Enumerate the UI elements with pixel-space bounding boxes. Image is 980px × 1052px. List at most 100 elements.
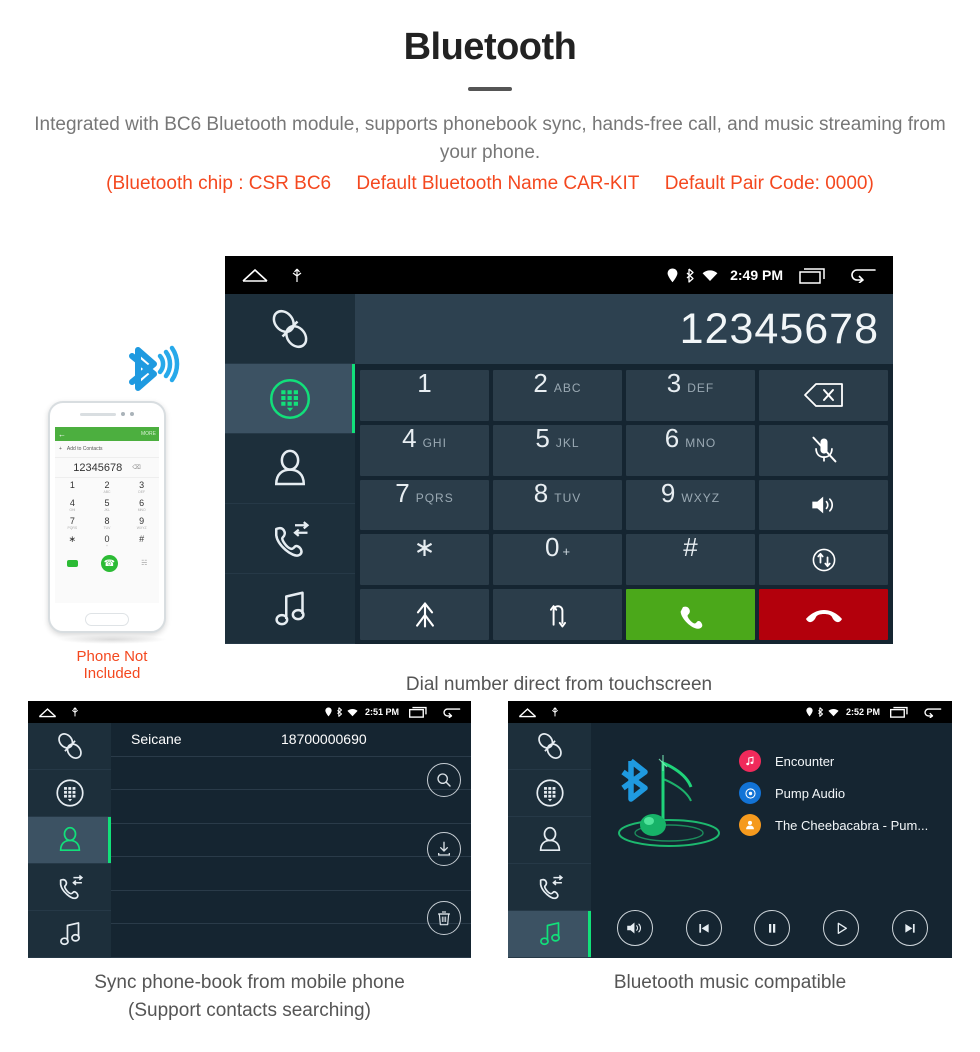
key-1[interactable]: 1: [360, 370, 489, 421]
contact-row[interactable]: Seicane 18700000690: [111, 723, 471, 757]
back-arrow-icon[interactable]: [442, 707, 461, 718]
status-time: 2:52 PM: [845, 707, 880, 717]
sidebar-item-dialpad[interactable]: [225, 364, 355, 434]
phonebook-caption-line2: (Support contacts searching): [128, 1000, 371, 1021]
contact-row[interactable]: [111, 757, 471, 791]
sidebar-item-dialpad[interactable]: [508, 770, 591, 817]
call-transfer-icon: [265, 514, 315, 564]
phone-key-letters: WXYZ: [136, 525, 147, 530]
download-contacts-button[interactable]: [427, 831, 461, 866]
sidebar-item-music[interactable]: [225, 574, 355, 644]
contact-row[interactable]: [111, 924, 471, 958]
phone-key-digit: ∗: [68, 533, 77, 544]
link-icon: [533, 729, 567, 763]
key-merge-call[interactable]: [360, 589, 489, 640]
call-end-icon: [802, 593, 846, 637]
volume-button[interactable]: [617, 910, 654, 946]
phone-key-digit: 6: [139, 497, 145, 508]
key-2[interactable]: 2 ABC: [493, 370, 622, 421]
contact-number: 18700000690: [281, 731, 367, 748]
contact-row[interactable]: [111, 891, 471, 925]
call-answer-icon: [675, 599, 707, 631]
back-arrow-icon[interactable]: [923, 707, 942, 718]
phone-key-letters: [72, 544, 73, 548]
phone-key: 8 TUV: [90, 514, 125, 532]
sidebar-item-call-history[interactable]: [28, 864, 111, 911]
previous-button[interactable]: [685, 910, 722, 946]
sidebar-item-contacts[interactable]: [28, 817, 111, 864]
pause-button[interactable]: [754, 910, 791, 946]
add-contact-label: Add to Contacts: [66, 446, 103, 452]
key-speaker[interactable]: [759, 479, 888, 531]
next-button[interactable]: [891, 910, 928, 946]
key-6[interactable]: 6 MNO: [626, 424, 755, 476]
key-digit: 0: [544, 532, 560, 563]
key-9[interactable]: 9 WXYZ: [626, 477, 755, 531]
key-letters: ABC: [553, 381, 582, 395]
phone-key: 0 +: [90, 532, 125, 550]
phone-action-row: ☎ ☵: [55, 550, 159, 576]
key-star[interactable]: ∗: [360, 534, 489, 586]
key-digit: 9: [660, 477, 676, 508]
page-subtitle: Integrated with BC6 Bluetooth module, su…: [34, 114, 946, 163]
key-mic-mute[interactable]: [759, 424, 888, 476]
phone-key: 5 JKL: [90, 496, 125, 514]
skip-next-icon: [900, 918, 920, 938]
key-8[interactable]: 8 TUV: [493, 479, 622, 531]
key-call-answer[interactable]: [626, 589, 755, 640]
sidebar-item-pair-link[interactable]: [225, 294, 355, 364]
contact-row[interactable]: [111, 857, 471, 891]
key-4[interactable]: 4 GHI: [360, 424, 489, 476]
play-button[interactable]: [823, 910, 860, 946]
status-bar: 2:51 PM: [28, 701, 471, 723]
phone-key: #: [124, 532, 159, 550]
sidebar-item-contacts[interactable]: [508, 817, 591, 864]
key-5[interactable]: 5 JKL: [493, 424, 622, 476]
sidebar-item-music[interactable]: [508, 911, 591, 958]
location-pin-icon: [806, 707, 813, 717]
key-call-end[interactable]: [759, 589, 888, 640]
key-swap-call[interactable]: [493, 589, 622, 640]
home-icon[interactable]: [518, 707, 537, 718]
sidebar-item-pair-link[interactable]: [28, 723, 111, 770]
home-icon[interactable]: [241, 267, 269, 283]
phone-key-digit: 0: [104, 533, 110, 544]
key-3[interactable]: 3 DEF: [626, 370, 755, 421]
phone-key-digit: 9: [139, 515, 145, 526]
track-item[interactable]: The Cheebacabra - Pum...: [739, 809, 928, 841]
sidebar-item-pair-link[interactable]: [508, 723, 591, 770]
key-backspace[interactable]: [759, 370, 888, 421]
recent-apps-icon[interactable]: [799, 267, 827, 284]
recent-apps-icon[interactable]: [409, 706, 428, 718]
phone-add-contact-row: + Add to Contacts: [55, 441, 159, 458]
sidebar-item-music[interactable]: [28, 911, 111, 958]
sidebar-item-call-history[interactable]: [225, 504, 355, 574]
dialed-number-bar: 12345678: [355, 294, 893, 364]
key-hash[interactable]: #: [626, 534, 755, 586]
track-item[interactable]: Pump Audio: [739, 777, 928, 809]
recent-apps-icon[interactable]: [890, 706, 909, 718]
sidebar-item-contacts[interactable]: [225, 434, 355, 504]
merge-call-icon: [410, 600, 440, 630]
trash-icon: [434, 908, 454, 928]
phone-key-digit: 3: [139, 479, 145, 490]
phone-key-digit: 1: [69, 479, 75, 490]
sidebar-item-call-history[interactable]: [508, 864, 591, 911]
bluetooth-music-artwork: [618, 755, 720, 847]
contact-row[interactable]: [111, 824, 471, 858]
sidebar-item-dialpad[interactable]: [28, 770, 111, 817]
home-icon[interactable]: [38, 707, 57, 718]
delete-contacts-button[interactable]: [427, 900, 461, 935]
key-0[interactable]: 0 +: [493, 532, 622, 586]
contact-row[interactable]: [111, 790, 471, 824]
contact-name: Seicane: [131, 731, 182, 748]
wifi-icon: [828, 708, 839, 717]
phone-key-letters: [141, 544, 142, 548]
track-item[interactable]: Encounter: [739, 745, 928, 777]
key-7[interactable]: 7 PQRS: [360, 479, 489, 531]
phone-backspace-icon: ⌫: [132, 465, 141, 471]
search-contacts-button[interactable]: [427, 762, 461, 797]
key-letters: DEF: [687, 381, 715, 395]
key-transfer-audio[interactable]: [759, 534, 888, 586]
back-arrow-icon[interactable]: [849, 267, 877, 283]
